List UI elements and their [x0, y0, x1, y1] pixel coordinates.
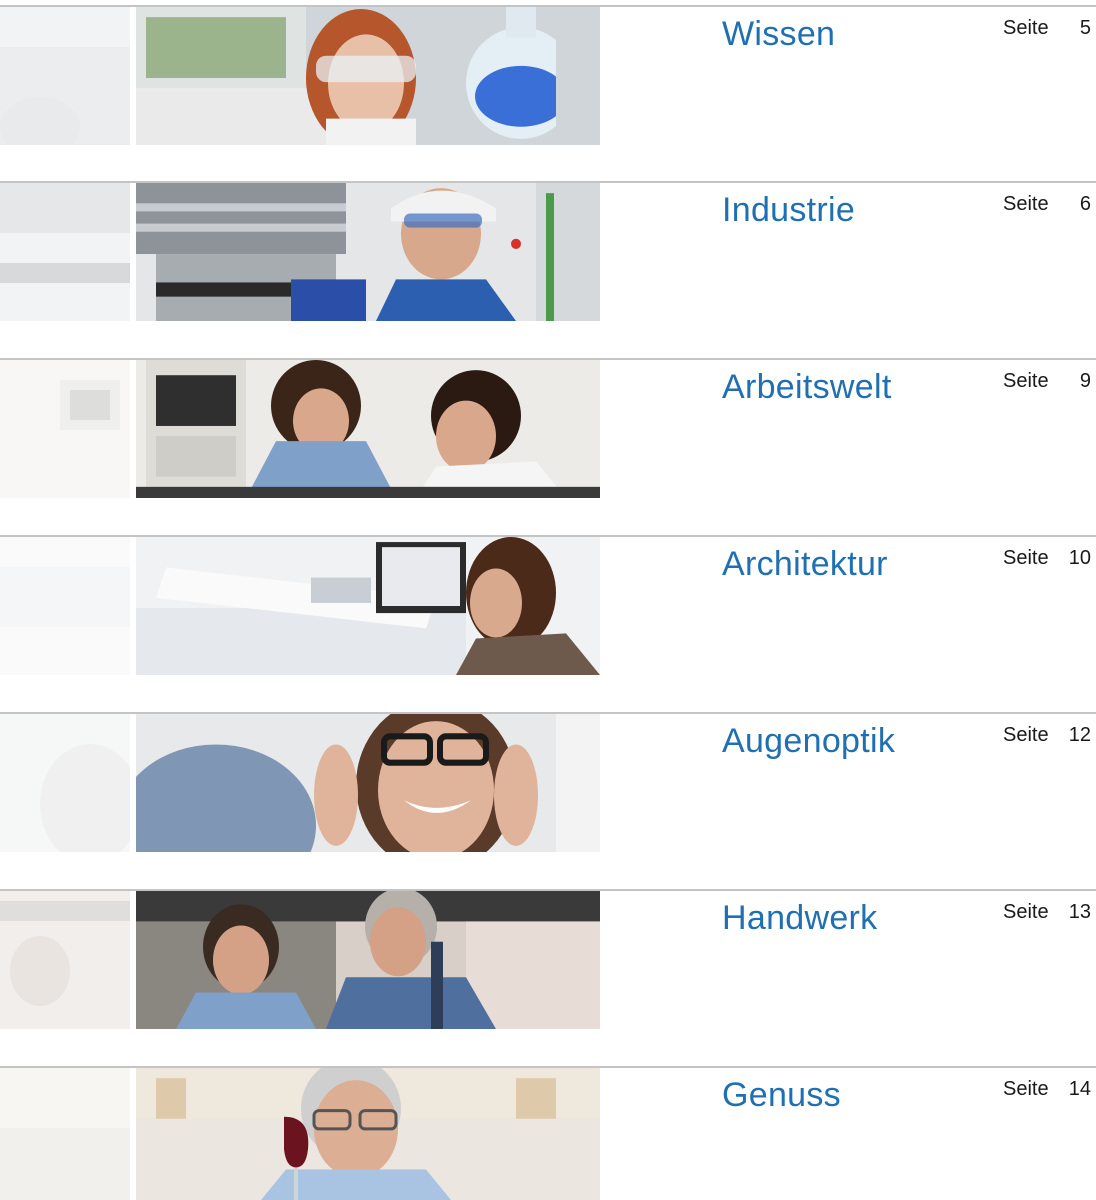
section-image-faded [0, 537, 130, 675]
section-title[interactable]: Genuss [722, 1076, 841, 1115]
section-image-faded [0, 183, 130, 321]
page-number: 12 [1068, 724, 1091, 746]
page-label: Seite [1003, 901, 1049, 923]
page-number: 14 [1068, 1078, 1091, 1100]
section-image-faded [0, 714, 130, 852]
section-title[interactable]: Architektur [722, 545, 888, 584]
page-number: 10 [1068, 547, 1091, 569]
section-image [136, 183, 600, 321]
section-row-handwerk[interactable]: Handwerk Seite 13 [0, 889, 1096, 1066]
page-label: Seite [1003, 1078, 1049, 1100]
section-title[interactable]: Arbeitswelt [722, 368, 892, 407]
section-row-architektur[interactable]: Architektur Seite 10 [0, 535, 1096, 712]
section-row-industrie[interactable]: Industrie Seite 6 [0, 181, 1096, 358]
section-title[interactable]: Wissen [722, 15, 835, 54]
section-image [136, 891, 600, 1029]
page-number: 5 [1079, 17, 1091, 39]
section-image [136, 360, 600, 498]
section-title[interactable]: Augenoptik [722, 722, 895, 761]
section-image-faded [0, 7, 130, 145]
section-row-wissen[interactable]: Wissen Seite 5 [0, 5, 1096, 182]
section-row-arbeitswelt[interactable]: Arbeitswelt Seite 9 [0, 358, 1096, 535]
section-image [136, 7, 600, 145]
section-image-faded [0, 360, 130, 498]
page-label: Seite [1003, 193, 1049, 215]
section-image [136, 1068, 600, 1200]
section-row-genuss[interactable]: Genuss Seite 14 [0, 1066, 1096, 1200]
page-label: Seite [1003, 724, 1049, 746]
contents-page: Wissen Seite 5 Industrie Seite 6 Arbeits… [0, 0, 1096, 1200]
page-label: Seite [1003, 547, 1049, 569]
section-image-faded [0, 891, 130, 1029]
section-title[interactable]: Handwerk [722, 899, 877, 938]
page-number: 9 [1079, 370, 1091, 392]
page-number: 13 [1068, 901, 1091, 923]
section-image [136, 714, 600, 852]
section-image-faded [0, 1068, 130, 1200]
page-number: 6 [1079, 193, 1091, 215]
section-row-augenoptik[interactable]: Augenoptik Seite 12 [0, 712, 1096, 889]
section-title[interactable]: Industrie [722, 191, 855, 230]
section-image [136, 537, 600, 675]
page-label: Seite [1003, 17, 1049, 39]
page-label: Seite [1003, 370, 1049, 392]
